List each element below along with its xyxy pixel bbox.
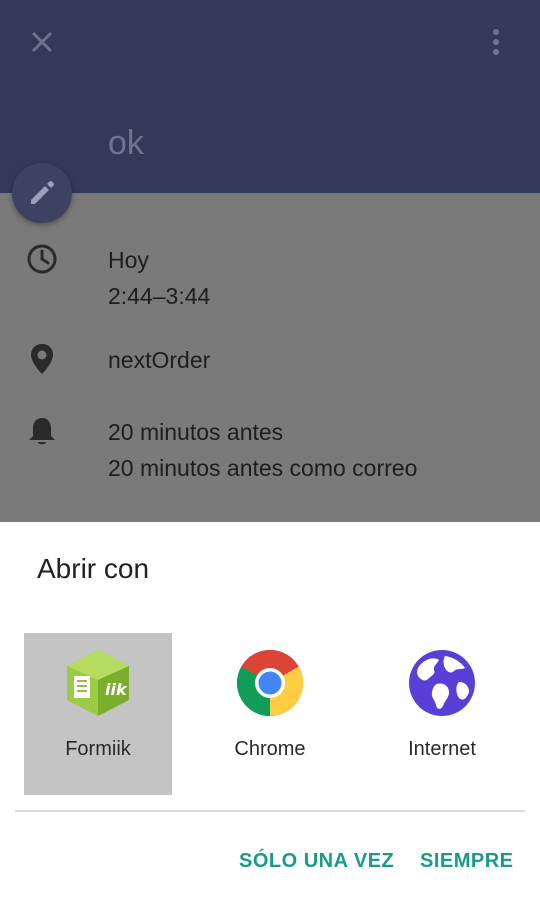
pencil-icon — [31, 180, 55, 204]
app-label: Chrome — [234, 738, 306, 760]
app-option-chrome[interactable]: Chrome — [196, 633, 344, 795]
reminder-2: 20 minutos antes como correo — [108, 455, 418, 481]
dialog-title: Abrir con — [37, 553, 150, 584]
event-header: ok — [0, 0, 540, 193]
open-with-dialog: Abrir con iik Formiik Chrome Internet SÓ… — [0, 522, 540, 923]
svg-text:iik: iik — [105, 680, 128, 699]
location-pin-icon — [26, 343, 58, 375]
divider — [15, 810, 525, 812]
reminder-1: 20 minutos antes — [108, 419, 284, 445]
event-date: Hoy — [108, 247, 149, 273]
chrome-icon — [236, 650, 304, 717]
event-time-range: 2:44–3:44 — [108, 283, 211, 309]
event-title: ok — [108, 124, 144, 162]
app-label: Formiik — [65, 738, 131, 760]
more-options-button[interactable] — [476, 22, 516, 62]
bell-icon — [26, 415, 58, 447]
event-location[interactable]: nextOrder — [108, 342, 210, 378]
always-button[interactable]: SIEMPRE — [420, 850, 514, 873]
close-icon — [32, 32, 52, 52]
close-button[interactable] — [22, 22, 62, 62]
app-option-formiik[interactable]: iik Formiik — [24, 633, 172, 795]
clock-icon — [26, 243, 58, 275]
formiik-icon: iik — [67, 650, 129, 716]
just-once-button[interactable]: SÓLO UNA VEZ — [239, 850, 394, 873]
globe-icon — [409, 650, 475, 716]
app-option-internet[interactable]: Internet — [368, 633, 516, 795]
edit-button[interactable] — [12, 163, 72, 223]
more-vert-icon — [493, 29, 499, 55]
event-details: Hoy 2:44–3:44 nextOrder 20 minutos antes… — [0, 193, 540, 523]
app-label: Internet — [408, 738, 476, 760]
